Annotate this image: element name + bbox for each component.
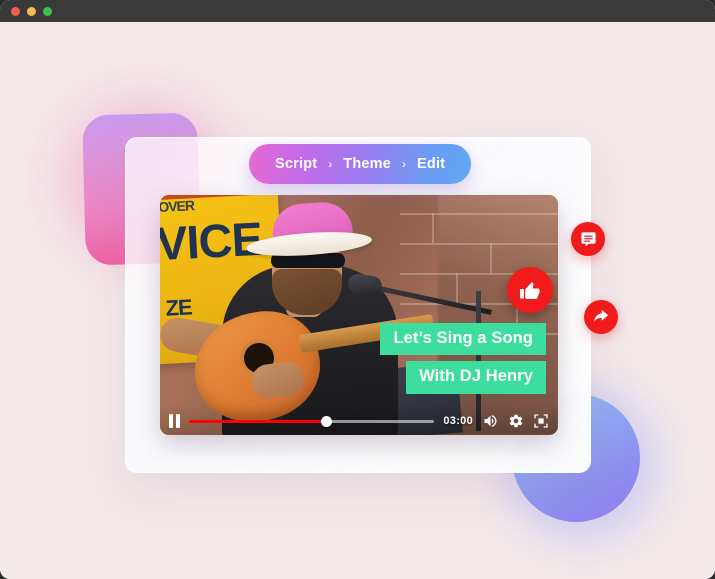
seek-bar-fill	[189, 419, 327, 423]
volume-button[interactable]	[482, 413, 499, 429]
breadcrumb-step-script[interactable]: Script	[275, 156, 317, 172]
seek-bar[interactable]	[189, 416, 435, 427]
brick-line	[456, 273, 458, 303]
caption-line-1[interactable]: Let’s Sing a Song	[380, 323, 546, 356]
minimize-window-button[interactable]	[27, 6, 36, 16]
brick-line	[400, 213, 558, 215]
brick-line	[432, 213, 434, 243]
share-button[interactable]	[584, 300, 618, 334]
sign-text-bottom: ZE	[164, 294, 193, 321]
brick-line	[490, 243, 492, 273]
time-display: 03:00	[443, 415, 473, 427]
pause-icon-bar-right	[176, 414, 180, 428]
brick-line	[400, 243, 558, 245]
share-icon	[593, 309, 609, 322]
comment-icon	[580, 231, 596, 247]
player-controls-bar: 03:00	[160, 407, 558, 435]
breadcrumb-step-theme[interactable]: Theme	[343, 156, 391, 172]
editor-stage: Script › Theme › Edit OVER VICE ZE Let’s…	[0, 22, 715, 579]
caption-group: Let’s Sing a Song With DJ Henry	[380, 323, 546, 394]
fullscreen-icon	[534, 414, 548, 428]
comment-button[interactable]	[571, 222, 605, 256]
seek-bar-handle[interactable]	[321, 416, 333, 427]
breadcrumb-step-edit[interactable]: Edit	[417, 156, 445, 172]
gear-icon	[509, 414, 523, 428]
sign-text-top: OVER	[160, 197, 195, 216]
close-window-button[interactable]	[11, 6, 20, 16]
caption-line-2[interactable]: With DJ Henry	[406, 361, 546, 394]
thumbs-up-icon	[520, 282, 540, 299]
video-player[interactable]: OVER VICE ZE Let’s Sing a Song With DJ H…	[160, 195, 558, 435]
window-titlebar	[0, 0, 715, 22]
sign-text-main: VICE	[160, 211, 264, 271]
settings-button[interactable]	[508, 413, 524, 429]
video-frame-image: OVER VICE ZE	[160, 195, 558, 435]
chevron-right-icon-2: ›	[402, 157, 407, 171]
maximize-window-button[interactable]	[43, 6, 52, 16]
fullscreen-button[interactable]	[533, 413, 549, 429]
pause-icon-bar-left	[169, 414, 173, 428]
thumbs-up-badge[interactable]	[507, 267, 553, 313]
volume-icon	[484, 415, 497, 427]
app-window: Script › Theme › Edit OVER VICE ZE Let’s…	[0, 0, 715, 579]
pause-button[interactable]	[169, 414, 180, 428]
chevron-right-icon: ›	[328, 157, 333, 171]
breadcrumb: Script › Theme › Edit	[249, 144, 472, 184]
